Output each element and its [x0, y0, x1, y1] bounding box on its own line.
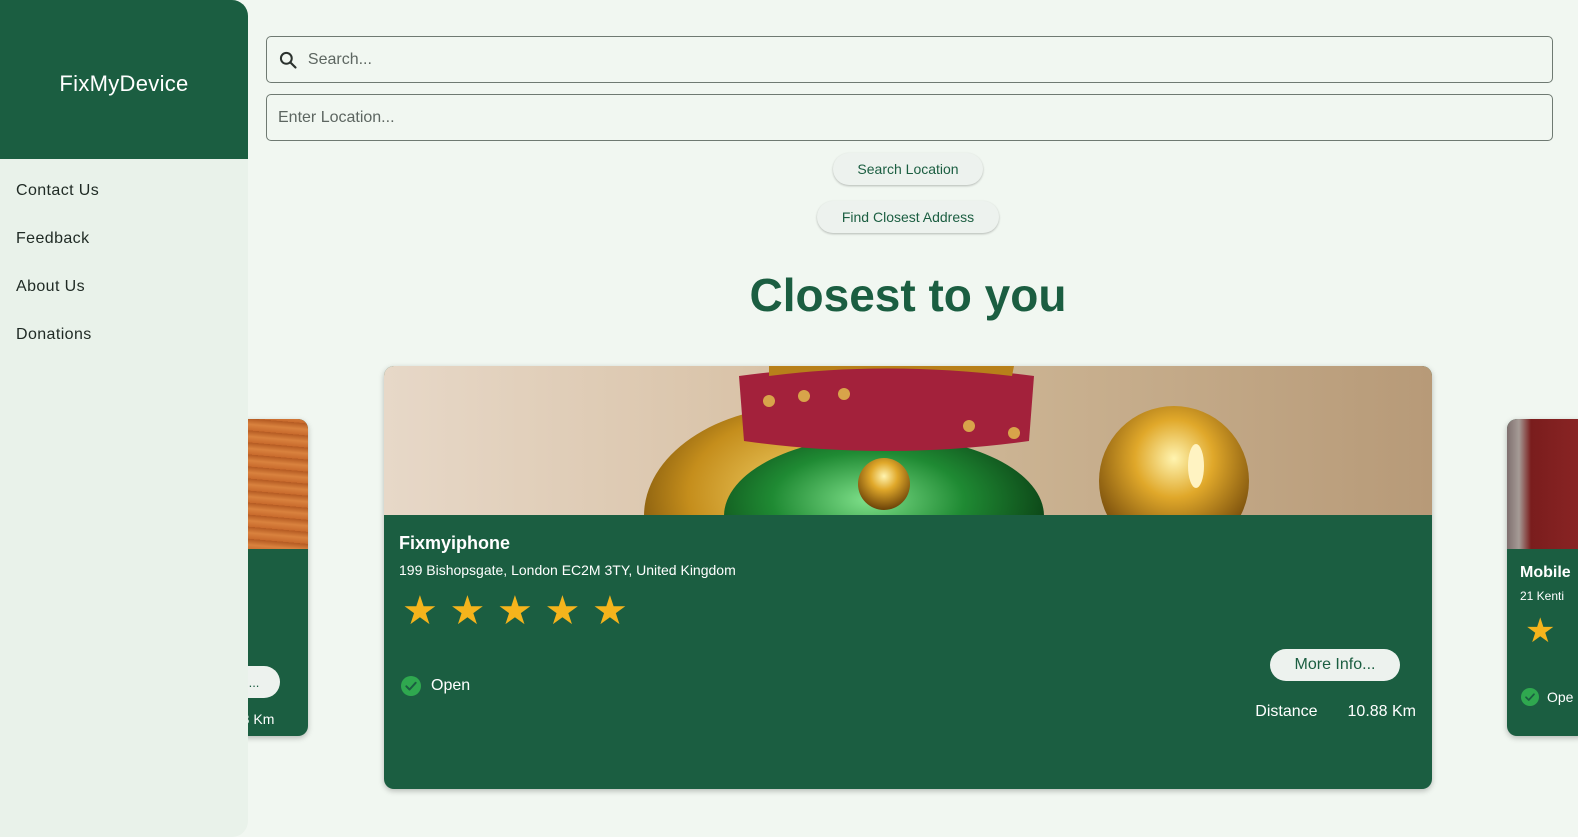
shop-photo	[644, 366, 1249, 515]
star-icon: ★	[402, 589, 438, 633]
status-label: Ope	[1547, 689, 1574, 705]
star-icon: ★	[544, 589, 581, 633]
status-label: Open	[431, 677, 471, 694]
shop-address: 21 Kenti	[1520, 589, 1565, 603]
rating-stars: ★	[1525, 611, 1555, 651]
main-content: Search Location Find Closest Address Clo…	[228, 0, 1578, 837]
more-info-label: More Info...	[1294, 656, 1376, 673]
drawer-item-contact-us[interactable]: Contact Us	[0, 167, 248, 215]
more-info-button[interactable]: More Info...	[1270, 649, 1400, 681]
navigation-drawer: FixMyDevice Contact Us Feedback About Us…	[0, 0, 248, 837]
location-input[interactable]	[267, 95, 1552, 140]
shop-image	[1507, 419, 1578, 549]
shop-name: Fixmyiphone	[399, 533, 511, 553]
check-circle-icon	[1521, 688, 1539, 706]
star-icon: ★	[592, 589, 628, 633]
search-input[interactable]	[305, 37, 1552, 82]
open-status: Open	[401, 676, 470, 696]
rating-stars: ★ ★ ★ ★ ★	[402, 588, 640, 634]
more-info-label: ...	[248, 674, 260, 690]
shop-card-next[interactable]: Mobile 21 Kenti ★ Ope	[1507, 419, 1578, 736]
drawer-header: FixMyDevice	[0, 0, 248, 159]
shop-address: 199 Bishopsgate, London EC2M 3TY, United…	[399, 562, 736, 578]
drawer-item-donations[interactable]: Donations	[0, 311, 248, 359]
distance-value: 10.88 Km	[1347, 703, 1416, 720]
distance-info: Distance 10.88 Km	[1255, 703, 1416, 721]
shop-name: Mobile	[1520, 564, 1571, 581]
shop-image	[384, 366, 1432, 515]
star-icon: ★	[449, 589, 486, 633]
drawer-menu: Contact Us Feedback About Us Donations	[0, 159, 248, 359]
shop-card[interactable]: Fixmyiphone 199 Bishopsgate, London EC2M…	[384, 366, 1432, 789]
section-title: Closest to you	[749, 269, 1067, 321]
check-circle-icon	[401, 676, 421, 696]
open-status: Ope	[1521, 688, 1573, 706]
distance-label: Distance	[1255, 703, 1318, 720]
search-icon	[267, 50, 306, 70]
drawer-item-about-us[interactable]: About Us	[0, 263, 248, 311]
star-icon: ★	[1525, 612, 1556, 650]
find-closest-address-button[interactable]: Find Closest Address	[817, 201, 999, 233]
drawer-item-feedback[interactable]: Feedback	[0, 215, 248, 263]
star-icon: ★	[497, 589, 533, 633]
search-location-button[interactable]: Search Location	[833, 153, 983, 185]
location-field	[266, 94, 1553, 141]
app-title: FixMyDevice	[59, 70, 189, 96]
search-field	[266, 36, 1553, 83]
